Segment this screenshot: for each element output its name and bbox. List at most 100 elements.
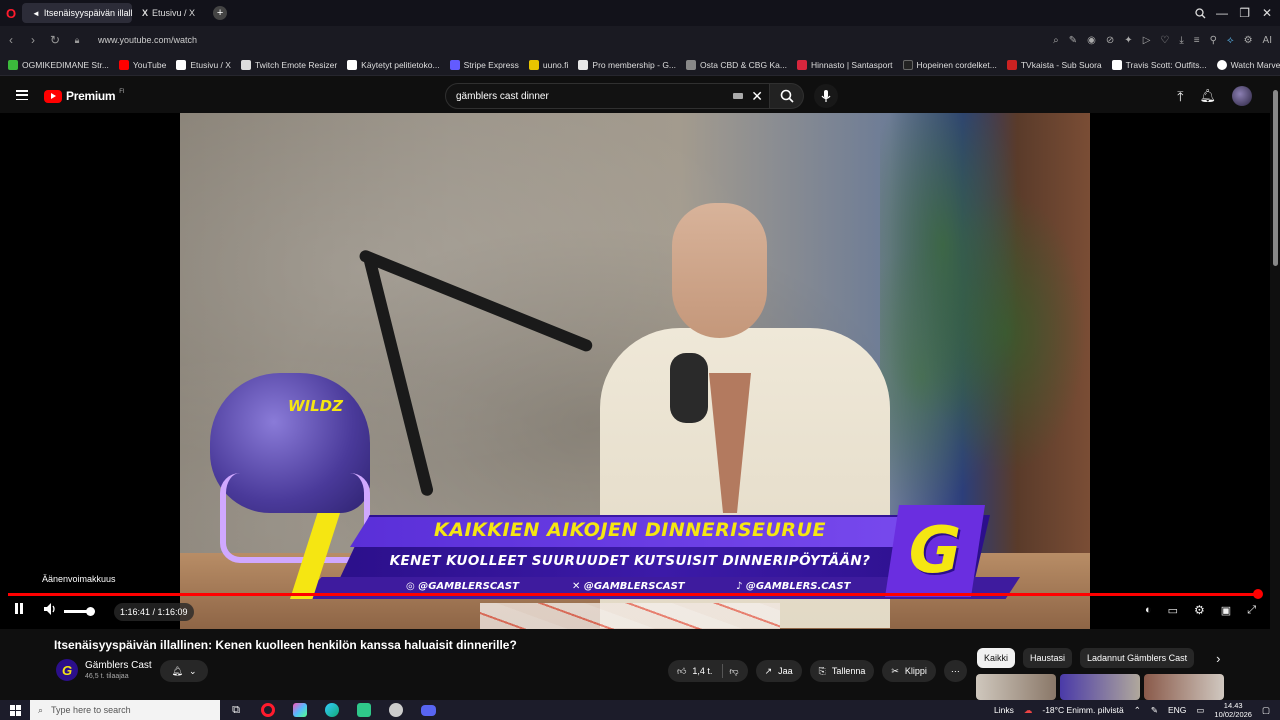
related-video-thumbnail[interactable]: [1144, 674, 1224, 700]
edge-taskbar-icon[interactable]: [316, 700, 348, 720]
download-icon[interactable]: ⤓: [1179, 35, 1183, 46]
volume-slider-knob[interactable]: [86, 607, 95, 616]
app-taskbar-icon[interactable]: [348, 700, 380, 720]
voice-search-button[interactable]: [814, 84, 838, 108]
bookmark-item[interactable]: Käytetyt pelitietoko...: [347, 59, 440, 70]
gamblers-cast-logo: G: [885, 505, 985, 597]
notifications-icon[interactable]: ▢: [1262, 705, 1270, 716]
reload-icon[interactable]: ↻: [44, 33, 66, 47]
vpn-icon[interactable]: ✦: [1124, 35, 1132, 46]
pen-icon[interactable]: ✎: [1151, 705, 1158, 716]
overlay-instagram: ◎ @GAMBLERSCAST: [406, 581, 519, 592]
bookmark-item[interactable]: YouTube: [118, 59, 166, 70]
chip-uploaded-by-channel[interactable]: Ladannut Gämblers Cast: [1080, 648, 1195, 668]
tab-youtube-video[interactable]: ◄ Itsenäisyyspäivän illallin: [22, 3, 132, 23]
thumbs-down-icon[interactable]: 👎︎: [729, 666, 738, 677]
search-button[interactable]: [770, 83, 804, 109]
url-field[interactable]: www.youtube.com/watch: [98, 35, 197, 45]
bookmark-item[interactable]: Osta CBD & CBG Ka...: [686, 59, 787, 70]
subscription-bell-button[interactable]: 🔔︎ ⌄: [160, 660, 208, 682]
hamburger-menu-icon[interactable]: [16, 90, 28, 101]
channel-name[interactable]: Gämblers Cast: [85, 660, 152, 671]
weather-widget[interactable]: -18°C Enimm. pilvistä: [1042, 705, 1123, 715]
clock[interactable]: 14.43 10/02/2026: [1214, 701, 1252, 719]
youtube-premium-logo[interactable]: Premium FI: [44, 89, 125, 103]
more-actions-button[interactable]: ⋯: [943, 660, 967, 682]
opera-taskbar-icon[interactable]: [252, 700, 284, 720]
links-toolbar[interactable]: Links: [994, 705, 1014, 715]
adblock-icon[interactable]: ⊘: [1106, 35, 1114, 46]
tab-search-icon[interactable]: [1195, 0, 1206, 26]
account-avatar[interactable]: [1232, 86, 1252, 106]
task-view-icon[interactable]: ⧉: [220, 700, 252, 720]
chip-all[interactable]: Kaikki: [977, 648, 1016, 668]
channel-avatar[interactable]: G: [56, 659, 78, 681]
new-tab-button[interactable]: +: [213, 6, 228, 20]
bookmark-item[interactable]: uuno.fi: [528, 59, 568, 70]
header-actions: ⤒ 🔔︎: [1177, 86, 1252, 106]
close-window-button[interactable]: ✕: [1262, 0, 1272, 26]
save-button[interactable]: ⎘ Tallenna: [809, 660, 875, 682]
related-video-thumbnail[interactable]: [976, 674, 1056, 700]
bookmark-item[interactable]: Etusivu / X: [176, 59, 231, 70]
progress-bar[interactable]: [8, 593, 1262, 596]
clear-search-icon[interactable]: ✕: [751, 88, 763, 105]
like-button[interactable]: 👍︎ 1,4 t. 👎︎: [668, 660, 748, 682]
bookmark-item[interactable]: Pro membership - G...: [578, 59, 676, 70]
video-player[interactable]: WILDZ G KAIKKIEN AIKOJEN DINNERISEURUE K…: [0, 113, 1270, 629]
opera-logo-icon[interactable]: O: [0, 0, 22, 26]
notifications-bell-icon[interactable]: 🔔︎: [1199, 88, 1216, 104]
mute-button[interactable]: [44, 603, 58, 615]
settings-icon[interactable]: ⚙: [1244, 35, 1253, 46]
forward-icon[interactable]: ›: [22, 33, 44, 47]
miniplayer-icon[interactable]: ▣: [1221, 604, 1231, 617]
bookmark-item[interactable]: Hinnasto | Santasport: [796, 59, 893, 70]
network-icon[interactable]: ▭: [1196, 705, 1204, 716]
clip-button[interactable]: ✂ Klippi: [882, 660, 936, 682]
app-taskbar-icon[interactable]: [380, 700, 412, 720]
related-video-thumbnail[interactable]: [1060, 674, 1140, 700]
upload-icon[interactable]: ⤒: [1177, 88, 1183, 105]
camera-icon[interactable]: ◉: [1087, 35, 1096, 46]
aria-icon[interactable]: ⟡: [1227, 35, 1234, 46]
pause-button[interactable]: [14, 603, 24, 614]
keyboard-icon[interactable]: [733, 93, 743, 99]
search-icon[interactable]: ⌕: [1053, 35, 1059, 46]
menu-icon[interactable]: ≡: [1194, 35, 1200, 46]
autoplay-toggle-icon[interactable]: ◐: [1145, 604, 1152, 616]
back-icon[interactable]: ‹: [0, 33, 22, 47]
bookmark-item[interactable]: Twitch Emote Resizer: [240, 59, 337, 70]
player-icon[interactable]: ▷: [1143, 35, 1151, 46]
bookmark-item[interactable]: OGMIKEDIMANE Str...: [8, 59, 109, 70]
settings-gear-icon[interactable]: ⚙: [1194, 603, 1205, 617]
bookmark-item[interactable]: Watch Marvel's Luk...: [1216, 59, 1280, 70]
heart-icon[interactable]: ♡: [1160, 35, 1169, 46]
profile-icon[interactable]: ⚲: [1210, 35, 1217, 46]
video-frame[interactable]: WILDZ G KAIKKIEN AIKOJEN DINNERISEURUE K…: [180, 113, 1090, 629]
fullscreen-icon[interactable]: ⤢: [1247, 604, 1256, 617]
maximize-button[interactable]: ❐: [1239, 0, 1250, 26]
bookmark-item[interactable]: Travis Scott: Outfits...: [1111, 59, 1207, 70]
bookmark-item[interactable]: Hopeinen cordelket...: [902, 59, 997, 70]
app-taskbar-icon[interactable]: [284, 700, 316, 720]
subtitles-icon[interactable]: ▭: [1168, 604, 1178, 617]
search-input[interactable]: gämblers cast dinner ✕: [445, 83, 770, 109]
windows-start-icon[interactable]: [0, 700, 30, 720]
ai-button[interactable]: AI: [1263, 35, 1272, 46]
discord-taskbar-icon[interactable]: [412, 700, 444, 720]
share-button[interactable]: ↗ Jaa: [755, 660, 802, 682]
edit-icon[interactable]: ✎: [1069, 35, 1077, 46]
taskbar-search-input[interactable]: ⌕ Type here to search: [30, 700, 220, 720]
palm-plant-image: [880, 113, 1090, 553]
progress-scrubber[interactable]: [1253, 589, 1263, 599]
microphone-icon: [821, 90, 831, 102]
chip-search-related[interactable]: Haustasi: [1023, 648, 1073, 668]
bookmark-item[interactable]: TVkaista - Sub Suora: [1006, 59, 1102, 70]
chevron-right-icon[interactable]: ›: [1216, 651, 1220, 666]
language-indicator[interactable]: ENG: [1168, 705, 1186, 715]
bookmark-item[interactable]: Stripe Express: [449, 59, 519, 70]
page-scrollbar-thumb[interactable]: [1273, 90, 1278, 266]
chevron-up-icon[interactable]: ⌃: [1134, 705, 1141, 716]
minimize-button[interactable]: —: [1216, 0, 1228, 26]
tab-x-home[interactable]: X Etusivu / X: [136, 3, 201, 23]
